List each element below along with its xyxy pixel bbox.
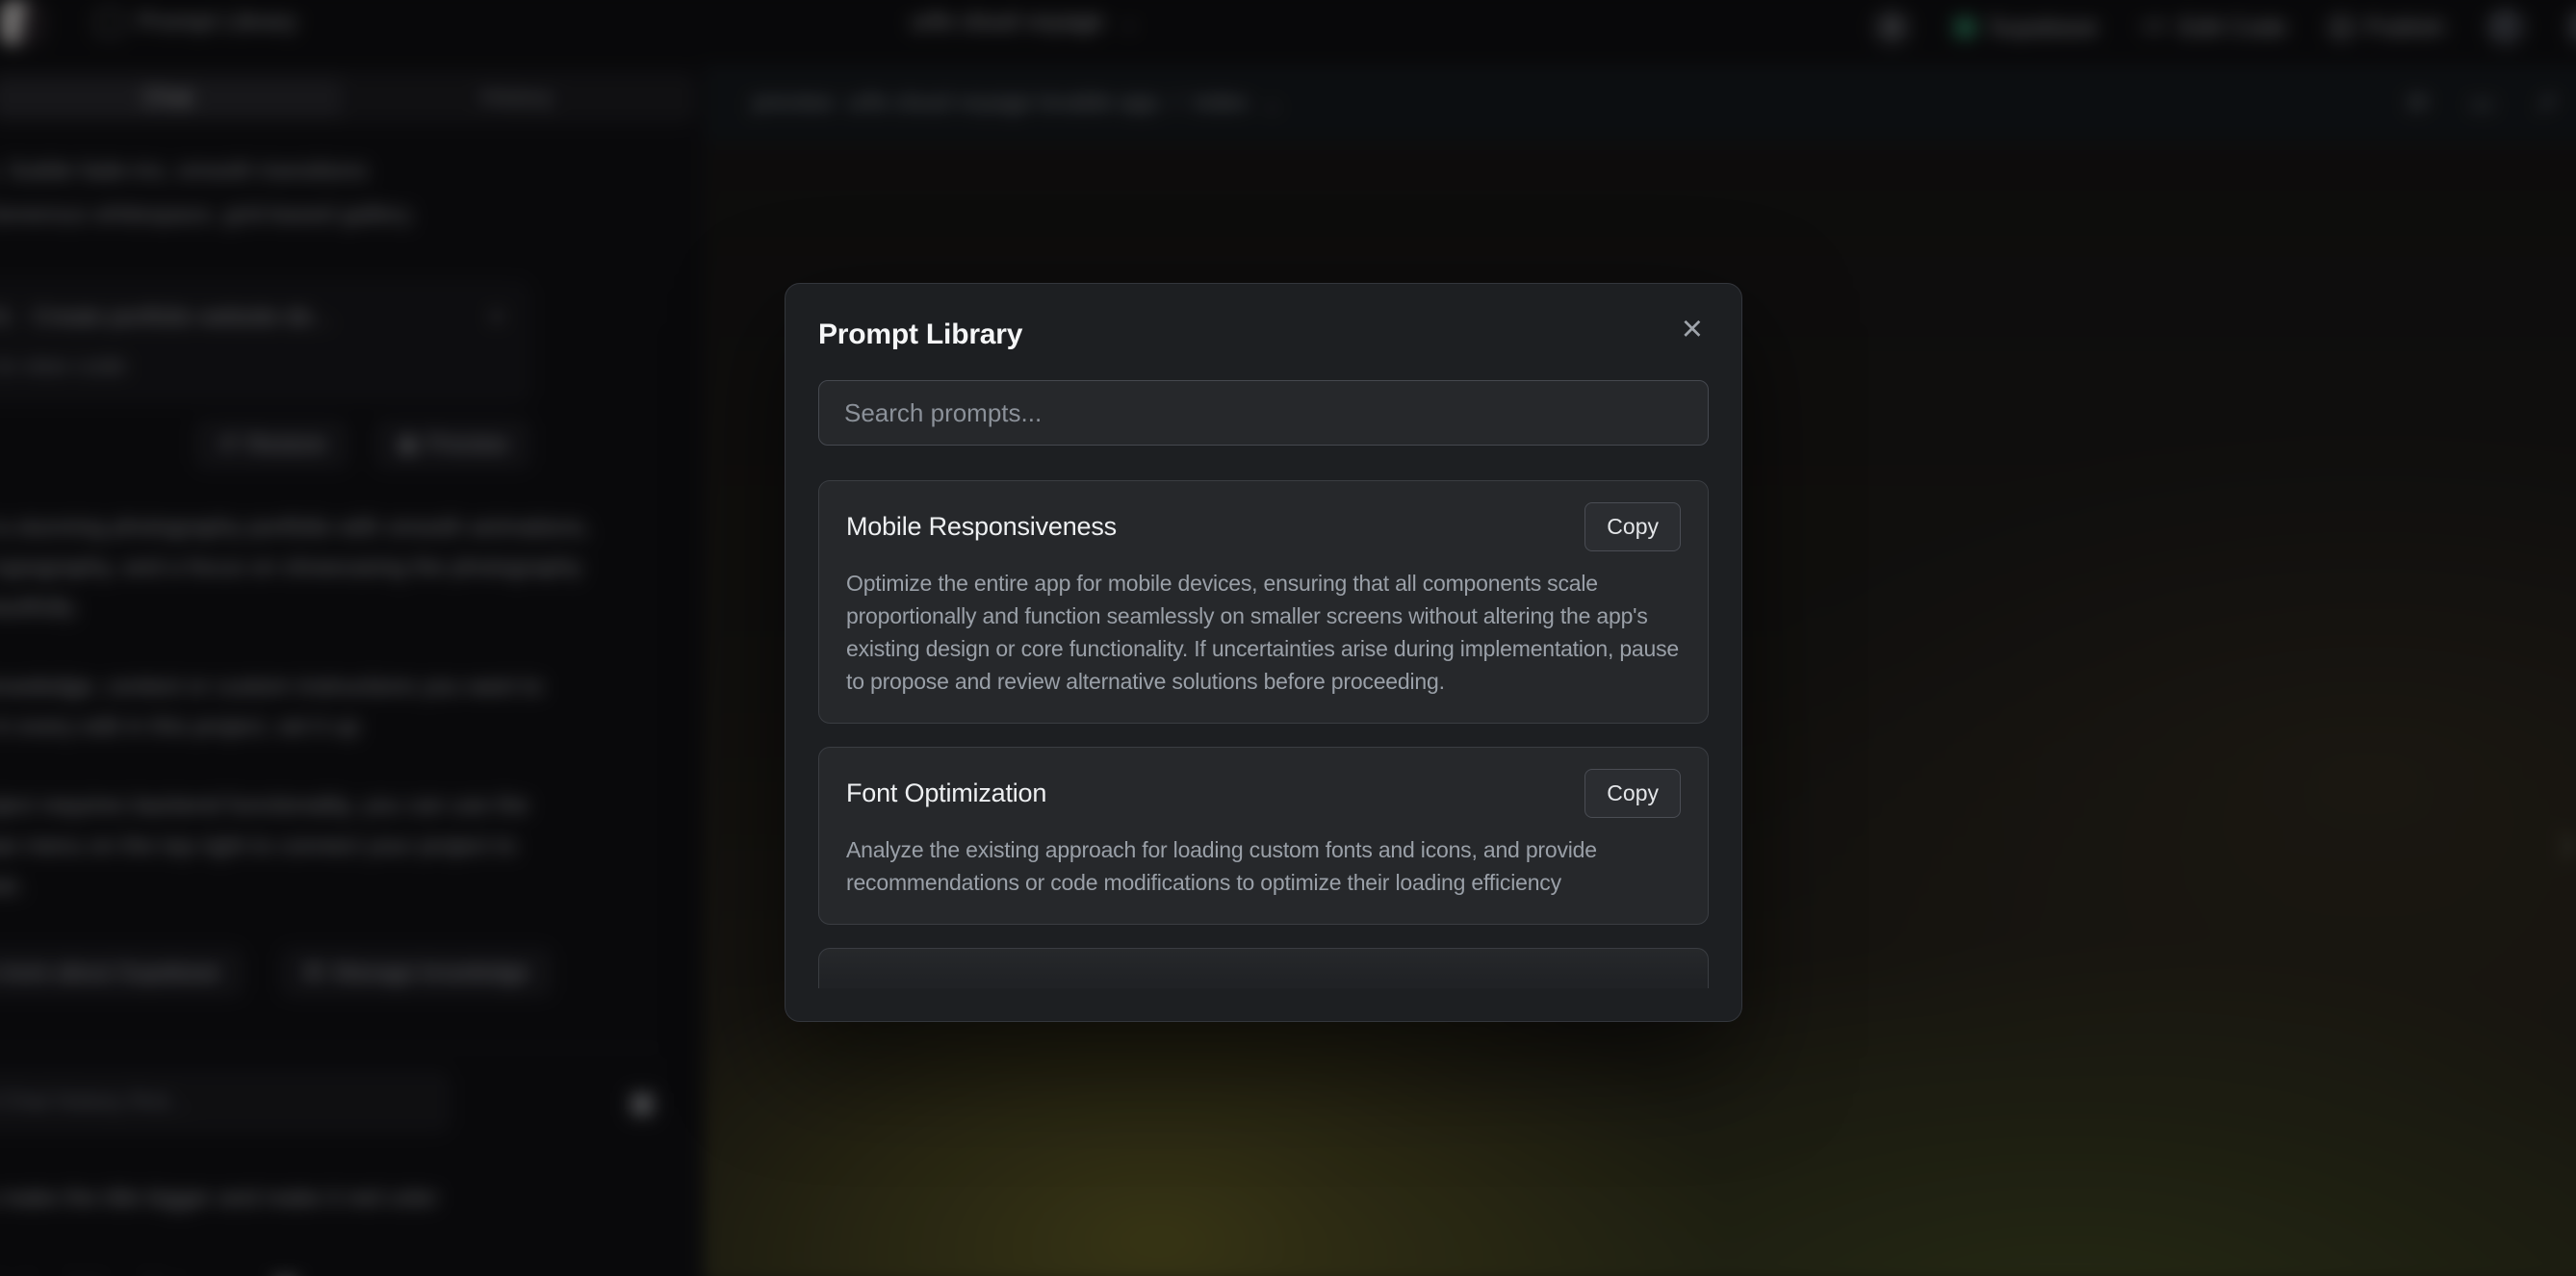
prompt-card-partial[interactable] [818,948,1709,988]
prompt-description: Optimize the entire app for mobile devic… [846,567,1681,698]
app-window: Prompt Library urfe cloud voyage ⌄ ⚙ Sup… [0,0,2576,1276]
close-icon[interactable]: × [1676,313,1709,345]
prompt-title: Font Optimization [846,778,1046,808]
search-input[interactable] [818,380,1709,446]
prompt-description: Analyze the existing approach for loadin… [846,833,1681,899]
prompt-list: Mobile Responsiveness Copy Optimize the … [818,480,1709,988]
copy-button[interactable]: Copy [1584,769,1681,818]
prompt-card-font-optimization: Font Optimization Copy Analyze the exist… [818,747,1709,925]
prompt-library-modal: Prompt Library × Mobile Responsiveness C… [785,283,1742,1022]
prompt-card-mobile-responsiveness: Mobile Responsiveness Copy Optimize the … [818,480,1709,724]
prompt-title: Mobile Responsiveness [846,512,1117,542]
modal-title: Prompt Library [818,313,1022,351]
copy-button[interactable]: Copy [1584,502,1681,551]
modal-header: Prompt Library × [818,313,1709,351]
